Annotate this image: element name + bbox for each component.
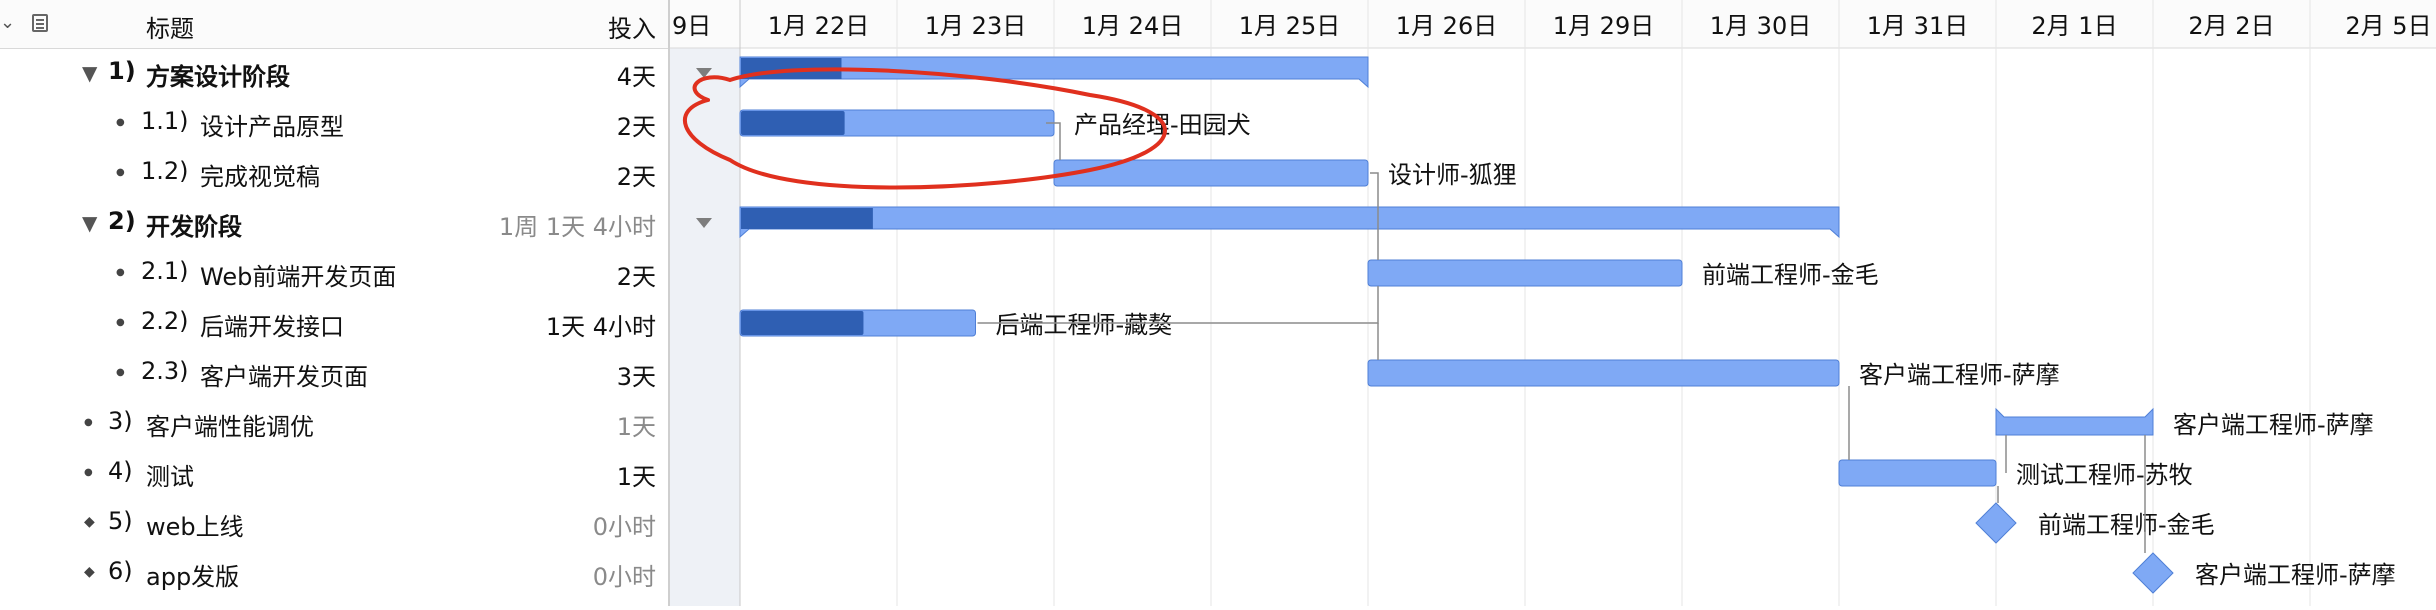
timeline-date-label: 9日 — [672, 12, 711, 40]
milestone-label: 客户端工程师-萨摩 — [2195, 561, 2396, 589]
task-bullet-icon: ● — [84, 417, 93, 428]
task-bullet-icon: ● — [116, 317, 125, 328]
bar-resource-label: 客户端工程师-萨摩 — [2173, 411, 2374, 439]
task-effort[interactable]: 0小时 — [593, 557, 656, 592]
task-row[interactable]: ● 3) 客户端性能调优 1天 — [0, 398, 668, 448]
task-bar — [1995, 407, 2154, 436]
task-row[interactable]: ▼ 2) 开发阶段 1周 1天 4小时 — [0, 198, 668, 248]
collapse-all-icon[interactable]: ⌄ — [0, 12, 15, 33]
task-name[interactable]: 后端开发接口 — [200, 307, 344, 342]
timeline-date-label: 2月 1日 — [2031, 12, 2117, 40]
task-name[interactable]: 客户端性能调优 — [146, 407, 314, 442]
task-effort[interactable]: 1天 4小时 — [546, 307, 656, 342]
task-number: 3) — [108, 407, 133, 435]
task-row[interactable]: ◆ 6) app发版 0小时 — [0, 548, 668, 598]
task-row[interactable]: ● 1.1) 设计产品原型 2天 — [0, 98, 668, 148]
task-bar-progress — [741, 111, 845, 135]
bar-resource-label: 后端工程师-藏獒 — [996, 311, 1173, 339]
task-name[interactable]: 方案设计阶段 — [146, 57, 290, 92]
weekend-shade-column — [670, 0, 740, 606]
task-bullet-icon: ● — [84, 467, 93, 478]
task-effort[interactable]: 1天 — [617, 457, 656, 492]
task-number: 1.2) — [141, 157, 189, 185]
task-bullet-icon: ● — [116, 117, 125, 128]
task-number: 5) — [108, 507, 133, 535]
notes-column-icon[interactable] — [32, 14, 48, 32]
task-number: 1) — [108, 57, 136, 85]
task-effort[interactable]: 2天 — [617, 257, 656, 292]
task-effort[interactable]: 2天 — [617, 157, 656, 192]
task-number: 4) — [108, 457, 133, 485]
task-number: 2) — [108, 207, 136, 235]
task-bar — [1367, 259, 1683, 287]
task-row[interactable]: ● 2.1) Web前端开发页面 2天 — [0, 248, 668, 298]
timeline-date-label: 2月 2日 — [2188, 12, 2274, 40]
task-name[interactable]: app发版 — [146, 557, 239, 592]
title-column-header[interactable]: 标题 — [146, 9, 194, 44]
task-bullet-icon: ● — [116, 267, 125, 278]
milestone-label: 前端工程师-金毛 — [2038, 511, 2215, 539]
timeline-date-label: 1月 31日 — [1867, 12, 1968, 40]
bar-resource-label: 客户端工程师-萨摩 — [1859, 361, 2060, 389]
timeline-date-label: 1月 22日 — [768, 12, 869, 40]
task-bullet-icon: ● — [116, 167, 125, 178]
summary-bar — [739, 206, 1840, 239]
task-effort[interactable]: 1周 1天 4小时 — [499, 207, 656, 242]
task-number: 2.2) — [141, 307, 189, 335]
task-number: 2.3) — [141, 357, 189, 385]
task-list-pane: ⌄ 标题 投入 ▼ 1) 方案设计阶段 4天 ● 1.1) 设计产品原型 2天 ● 1.2) 完成视… — [0, 0, 668, 606]
task-name[interactable]: 测试 — [146, 457, 194, 492]
bar-resource-label: 前端工程师-金毛 — [1702, 261, 1879, 289]
task-bar — [1053, 159, 1369, 187]
task-name[interactable]: 客户端开发页面 — [200, 357, 368, 392]
task-name[interactable]: Web前端开发页面 — [200, 257, 396, 292]
task-number: 1.1) — [141, 107, 189, 135]
task-effort[interactable]: 4天 — [617, 57, 656, 92]
milestone-diamond-icon: ◆ — [84, 514, 95, 530]
task-bar — [1367, 359, 1840, 387]
task-effort[interactable]: 3天 — [617, 357, 656, 392]
disclosure-triangle-icon[interactable]: ▼ — [82, 61, 97, 85]
disclosure-triangle-icon[interactable]: ▼ — [82, 211, 97, 235]
task-effort[interactable]: 2天 — [617, 107, 656, 142]
timeline-date-label: 2月 5日 — [2345, 12, 2431, 40]
timeline-date-label: 1月 23日 — [925, 12, 1026, 40]
task-name[interactable]: 设计产品原型 — [200, 107, 344, 142]
timeline-date-label: 1月 30日 — [1710, 12, 1811, 40]
task-row[interactable]: ● 2.2) 后端开发接口 1天 4小时 — [0, 298, 668, 348]
timeline-date-label: 1月 26日 — [1396, 12, 1497, 40]
task-name[interactable]: 完成视觉稿 — [200, 157, 320, 192]
task-row[interactable]: ▼ 1) 方案设计阶段 4天 — [0, 48, 668, 98]
gantt-chart-area: 9日 1月 22日 1月 23日 1月 24日 1月 25日 1月 26日 1月 29日 1月… — [670, 0, 2436, 606]
gantt-chart: 9日 1月 22日 1月 23日 1月 24日 1月 25日 1月 26日 1月 29日 1月… — [670, 0, 2436, 606]
task-row[interactable]: ● 2.3) 客户端开发页面 3天 — [0, 348, 668, 398]
milestone-diamond — [2132, 552, 2174, 594]
summary-bar-progress — [741, 208, 873, 229]
timeline-date-label: 1月 29日 — [1553, 12, 1654, 40]
timeline-date-label: 1月 24日 — [1082, 12, 1183, 40]
bar-resource-label: 测试工程师-苏牧 — [2016, 461, 2193, 489]
task-bar-progress — [741, 311, 864, 335]
task-bar — [1838, 459, 1997, 487]
effort-column-header[interactable]: 投入 — [608, 9, 656, 44]
task-effort[interactable]: 0小时 — [593, 507, 656, 542]
bar-resource-label: 设计师-狐狸 — [1388, 161, 1517, 189]
milestone-diamond-icon: ◆ — [84, 564, 95, 580]
milestone-diamond — [1975, 502, 2017, 544]
task-number: 6) — [108, 557, 133, 585]
task-row[interactable]: ● 1.2) 完成视觉稿 2天 — [0, 148, 668, 198]
task-effort[interactable]: 1天 — [617, 407, 656, 442]
task-name[interactable]: web上线 — [146, 507, 244, 542]
task-number: 2.1) — [141, 257, 189, 285]
task-name[interactable]: 开发阶段 — [146, 207, 242, 242]
task-bullet-icon: ● — [116, 367, 125, 378]
task-row[interactable]: ● 4) 测试 1天 — [0, 448, 668, 498]
timeline-date-label: 1月 25日 — [1239, 12, 1340, 40]
task-row[interactable]: ◆ 5) web上线 0小时 — [0, 498, 668, 548]
task-list-header: ⌄ 标题 投入 — [0, 0, 668, 49]
